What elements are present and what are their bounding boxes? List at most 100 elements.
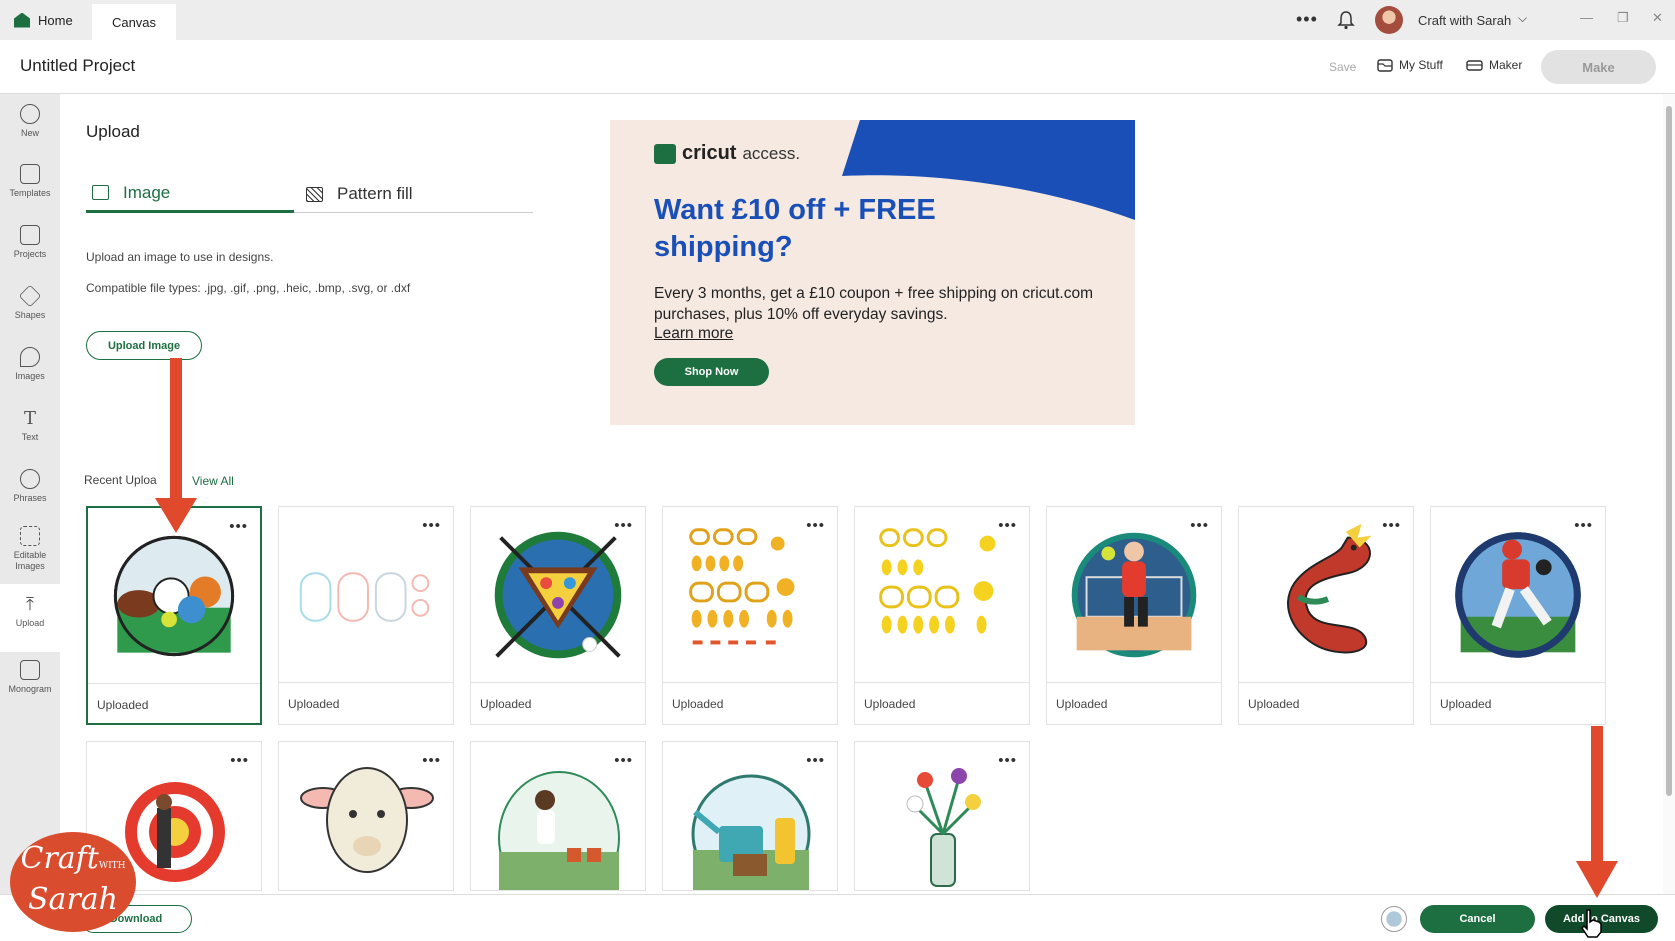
project-header: Untitled Project Save My Stuff Maker Mak… (0, 40, 1675, 94)
sidebar-item-phrases[interactable]: Phrases (0, 469, 60, 503)
tab-image[interactable]: Image (86, 175, 294, 213)
sidebar-item-label: Images (15, 371, 45, 381)
sidebar-item-label: Text (21, 432, 39, 442)
tab-pattern-label: Pattern fill (337, 184, 413, 203)
upload-card[interactable]: ••• (662, 741, 838, 891)
card-more-icon[interactable]: ••• (998, 517, 1017, 534)
card-more-icon[interactable]: ••• (1574, 517, 1593, 534)
scrollbar[interactable] (1663, 94, 1675, 894)
upload-card[interactable]: ••• Uploaded (662, 506, 838, 725)
card-caption: Uploaded (279, 682, 453, 726)
upload-card[interactable]: ••• Uploaded (470, 506, 646, 725)
card-more-icon[interactable]: ••• (230, 752, 249, 769)
ad-body: Every 3 months, get a £10 coupon + free … (654, 285, 1093, 323)
my-stuff-label: My Stuff (1399, 58, 1443, 72)
cricut-logo-icon (654, 143, 676, 164)
notification-bell-icon[interactable] (1337, 10, 1355, 30)
tab-home-label: Home (38, 12, 73, 28)
card-more-icon[interactable]: ••• (614, 752, 633, 769)
sidebar-item-label: Editable Images (13, 550, 47, 571)
card-more-icon[interactable]: ••• (422, 752, 441, 769)
upload-card[interactable]: ••• Uploaded (854, 506, 1030, 725)
card-more-icon[interactable]: ••• (806, 517, 825, 534)
sidebar-item-projects[interactable]: Projects (0, 225, 60, 259)
minimize-icon[interactable]: — (1580, 10, 1593, 25)
ad-headline: Want £10 off + FREE shipping? (654, 194, 936, 263)
card-caption: Uploaded (1431, 682, 1605, 726)
card-caption: Uploaded (1239, 682, 1413, 726)
save-button[interactable]: Save (1329, 60, 1356, 74)
scroll-thumb[interactable] (1666, 106, 1672, 796)
upload-card[interactable]: ••• Uploaded (278, 506, 454, 725)
card-more-icon[interactable]: ••• (998, 752, 1017, 769)
my-stuff-button[interactable]: My Stuff (1377, 58, 1443, 72)
sidebar-item-label: Phrases (13, 493, 47, 503)
sidebar-item-label: Upload (15, 618, 45, 628)
sidebar-item-editable-images[interactable]: Editable Images (0, 526, 60, 572)
more-options-icon[interactable]: ••• (1296, 9, 1318, 30)
card-more-icon[interactable]: ••• (806, 752, 825, 769)
sidebar-item-templates[interactable]: Templates (0, 164, 60, 198)
machine-icon (1466, 59, 1483, 71)
sidebar-item-upload[interactable]: ⤒ Upload (0, 584, 60, 652)
upload-card[interactable]: ••• Uploaded (1238, 506, 1414, 725)
sidebar-item-monogram[interactable]: Monogram (0, 660, 60, 694)
speech-bubble-icon (20, 469, 40, 489)
annotation-arrow-down (155, 358, 197, 533)
cancel-button[interactable]: Cancel (1420, 905, 1535, 933)
project-title[interactable]: Untitled Project (20, 56, 135, 76)
upload-card[interactable]: ••• (470, 741, 646, 891)
projects-icon (20, 225, 40, 245)
card-caption: Uploaded (1047, 682, 1221, 726)
compatible-file-types: Compatible file types: .jpg, .gif, .png,… (86, 281, 411, 295)
card-more-icon[interactable]: ••• (1190, 517, 1209, 534)
hand-cursor-icon (1581, 909, 1602, 938)
upload-card[interactable]: ••• (854, 741, 1030, 891)
tab-home[interactable]: Home (14, 0, 94, 40)
card-caption: Uploaded (855, 682, 1029, 726)
upload-icon: ⤒ (26, 594, 34, 614)
upload-card[interactable]: ••• (278, 741, 454, 891)
sidebar-item-text[interactable]: T Text (0, 408, 60, 442)
tab-canvas-label: Canvas (111, 14, 157, 30)
sidebar-item-shapes[interactable]: Shapes (0, 284, 60, 320)
upload-image-button[interactable]: Upload Image (86, 331, 202, 360)
avatar[interactable] (1375, 6, 1403, 34)
shop-now-button[interactable]: Shop Now (654, 358, 769, 386)
cricut-access-logo: cricut access. (654, 142, 800, 165)
editable-image-icon (20, 526, 40, 546)
annotation-arrow-down (1576, 726, 1618, 898)
sidebar-item-new[interactable]: New (0, 104, 60, 138)
restore-icon[interactable]: ❐ (1617, 10, 1629, 26)
card-more-icon[interactable]: ••• (229, 518, 248, 535)
tab-pattern-fill[interactable]: Pattern fill (300, 175, 520, 213)
plus-icon (20, 104, 40, 124)
sidebar-item-label: New (20, 128, 39, 138)
view-all-link[interactable]: View All (192, 474, 234, 488)
close-icon[interactable]: ✕ (1652, 10, 1663, 26)
folder-icon (1377, 58, 1393, 72)
tab-canvas[interactable]: Canvas (92, 4, 176, 40)
text-icon: T (23, 408, 36, 429)
card-more-icon[interactable]: ••• (422, 517, 441, 534)
sidebar-item-images[interactable]: Images (0, 347, 60, 381)
machine-select[interactable]: Maker (1466, 58, 1522, 72)
card-more-icon[interactable]: ••• (1382, 517, 1401, 534)
learn-more-link[interactable]: Learn more (654, 325, 733, 343)
upload-card[interactable]: ••• Uploaded (86, 506, 262, 725)
upload-description: Upload an image to use in designs. (86, 250, 274, 264)
bottom-action-bar: Download Cancel Add to Canvas (0, 894, 1675, 941)
make-button[interactable]: Make (1541, 50, 1656, 84)
page-title: Upload (86, 122, 140, 141)
card-more-icon[interactable]: ••• (614, 517, 633, 534)
top-right-controls: ••• Craft with Sarah ⌵ — ❐ ✕ (1175, 0, 1675, 40)
avatar[interactable] (1381, 906, 1407, 932)
cricut-access-ad[interactable]: cricut access. Want £10 off + FREE shippi… (610, 120, 1135, 425)
user-name[interactable]: Craft with Sarah (1418, 13, 1511, 28)
upload-card[interactable]: ••• Uploaded (1046, 506, 1222, 725)
chevron-down-icon[interactable]: ⌵ (1518, 11, 1527, 26)
shapes-icon (18, 284, 42, 308)
image-icon (92, 185, 109, 200)
upload-card[interactable]: ••• Uploaded (1430, 506, 1606, 725)
pattern-icon (306, 186, 323, 202)
